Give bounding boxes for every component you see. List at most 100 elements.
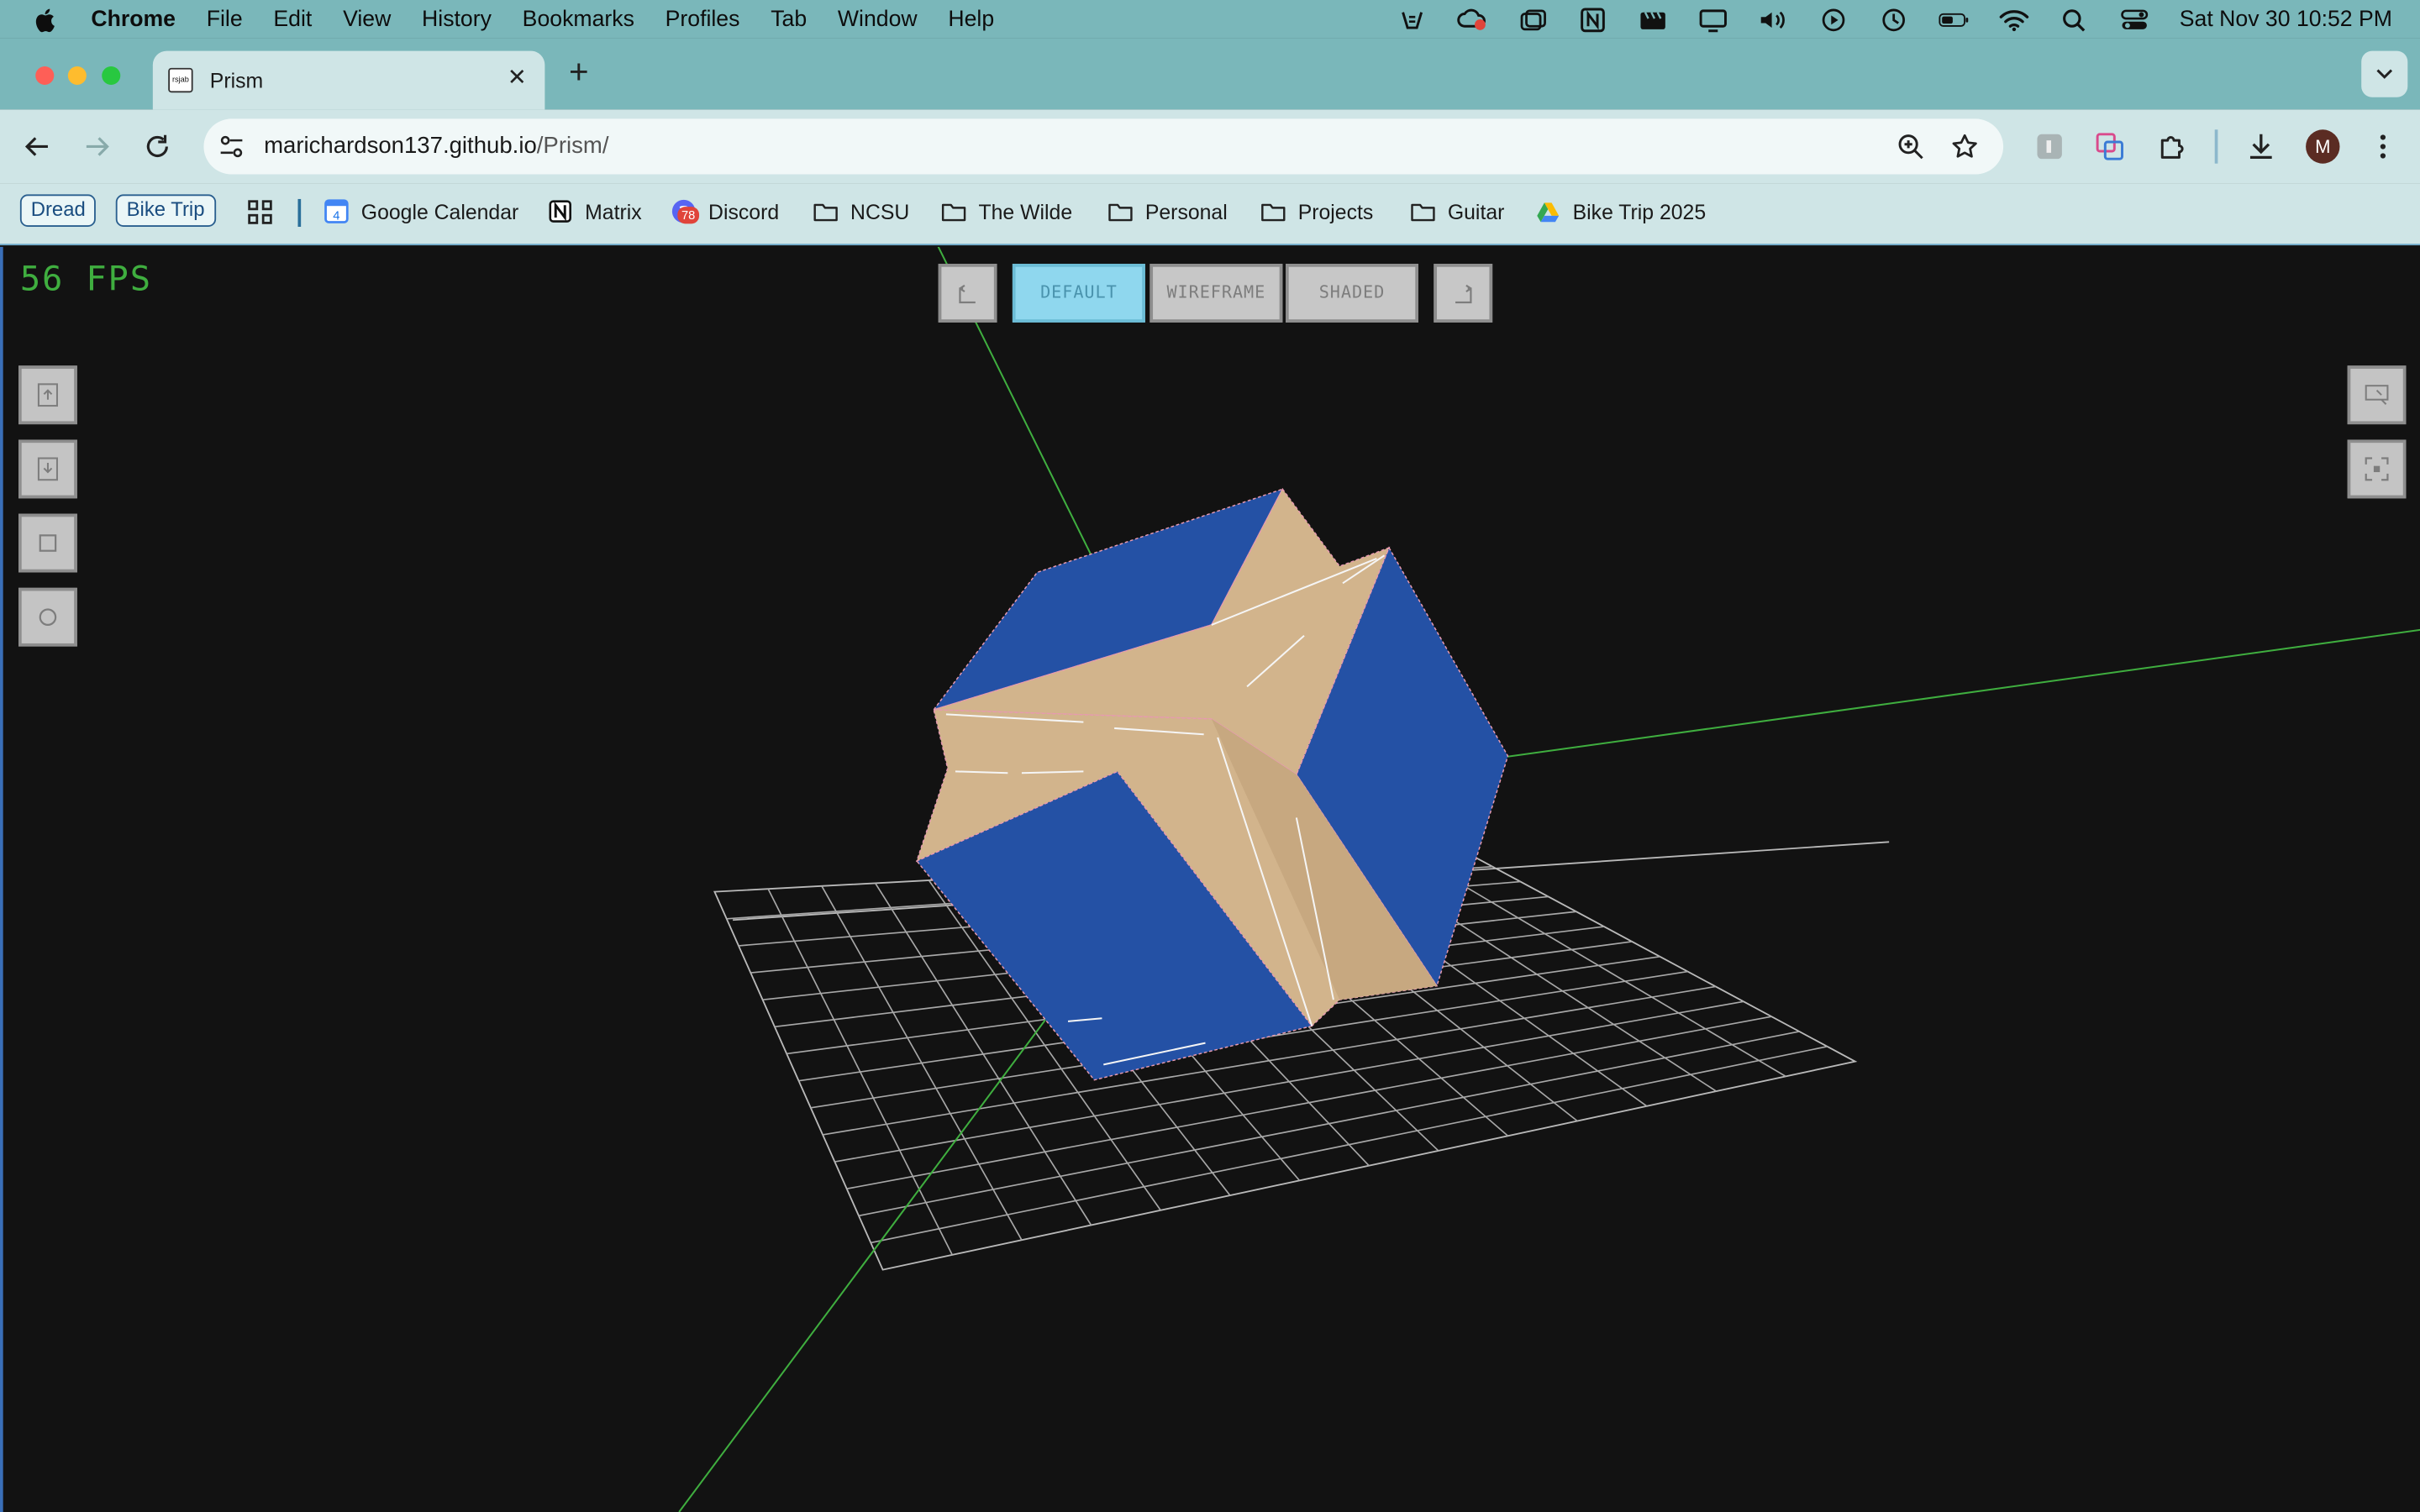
menu-edit[interactable]: Edit <box>273 7 312 31</box>
play-icon[interactable] <box>1817 7 1850 31</box>
bookmark-label: Personal <box>1144 199 1228 223</box>
undo-arrow-icon <box>959 284 976 304</box>
square-icon <box>39 534 57 552</box>
url-path: /Prism/ <box>536 132 609 160</box>
bookmark-label: Google Calendar <box>360 199 519 223</box>
3d-scene-canvas[interactable] <box>3 246 2420 1512</box>
download-file-icon <box>37 457 58 481</box>
fullscreen-button[interactable] <box>2347 439 2407 499</box>
zoom-window-button[interactable] <box>102 66 121 86</box>
menu-app-chrome[interactable]: Chrome <box>91 7 176 31</box>
menu-file[interactable]: File <box>207 7 243 31</box>
bookmark-google-calendar[interactable]: 4 Google Calendar <box>324 196 519 227</box>
back-arrow-icon[interactable] <box>18 128 55 165</box>
bookmark-folder-ncsu[interactable]: NCSU <box>813 196 909 227</box>
prism-favicon-icon: rsjab <box>168 67 193 93</box>
windows-icon[interactable] <box>1516 7 1549 31</box>
bookmark-folder-the-wilde[interactable]: The Wilde <box>941 196 1072 227</box>
upload-file-icon <box>37 383 58 407</box>
folder-icon <box>813 199 838 223</box>
tab-copy-extension-icon[interactable] <box>2093 129 2127 163</box>
bookmarks-separator <box>297 198 301 227</box>
browser-toolbar: marichardson137.github.io/Prism/ M <box>0 109 2420 184</box>
bookmark-label: The Wilde <box>978 199 1073 223</box>
menu-profiles[interactable]: Profiles <box>666 7 740 31</box>
grid-line <box>846 1016 1772 1190</box>
bookmark-discord[interactable]: 78 Discord <box>671 196 779 227</box>
bookmark-folder-personal[interactable]: Personal <box>1108 196 1228 227</box>
clapper-icon[interactable] <box>1636 7 1670 31</box>
calendar-day-label: 4 <box>333 210 339 223</box>
mode-wireframe-button[interactable]: WIREFRAME <box>1150 264 1283 323</box>
new-tab-plus-icon[interactable]: + <box>562 55 596 91</box>
menu-bookmarks[interactable]: Bookmarks <box>523 7 634 31</box>
apps-grid-icon[interactable] <box>247 196 273 227</box>
time-machine-icon[interactable] <box>1877 7 1911 31</box>
bookmark-label: NCSU <box>850 199 910 223</box>
menu-view[interactable]: View <box>343 7 391 31</box>
bookmark-folder-projects[interactable]: Projects <box>1261 196 1373 227</box>
menu-help[interactable]: Help <box>948 7 994 31</box>
tab-prism[interactable]: rsjab Prism ✕ <box>152 50 545 110</box>
grid-line <box>1410 853 1786 1078</box>
battery-icon[interactable] <box>1937 7 1970 31</box>
reload-icon[interactable] <box>139 128 176 165</box>
apple-logo-icon[interactable] <box>33 5 60 33</box>
control-center-icon[interactable] <box>2118 7 2151 31</box>
bookmark-bike-trip-2025[interactable]: Bike Trip 2025 <box>1536 196 1706 227</box>
google-calendar-icon: 4 <box>324 199 349 223</box>
bookmark-star-icon[interactable] <box>1949 131 1981 162</box>
profile-avatar[interactable]: M <box>2306 129 2340 164</box>
bookmark-group-bike-trip[interactable]: Bike Trip <box>115 194 216 227</box>
volume-icon[interactable] <box>1757 7 1791 31</box>
forward-arrow-icon[interactable] <box>79 128 116 165</box>
toolbar-divider <box>2214 129 2218 164</box>
notion-status-icon[interactable] <box>1576 7 1610 32</box>
extensions-puzzle-icon[interactable] <box>2154 129 2188 163</box>
tab-close-icon[interactable]: ✕ <box>505 66 529 91</box>
z-axis-line <box>678 938 1106 1512</box>
prism-3d-viewport[interactable]: 56 FPS DEFAULT WIREFRAME SHADED <box>0 246 2420 1512</box>
bookmark-label: Matrix <box>585 199 642 223</box>
notion-icon <box>548 199 572 223</box>
redo-button[interactable] <box>1434 264 1493 323</box>
camera-view-button[interactable] <box>2347 365 2407 425</box>
close-window-button[interactable] <box>35 66 55 86</box>
add-cube-button[interactable] <box>18 513 77 573</box>
spotlight-search-icon[interactable] <box>2058 7 2091 31</box>
bookmark-matrix[interactable]: Matrix <box>548 196 642 227</box>
creative-cloud-icon[interactable] <box>1455 7 1489 31</box>
extension-puzzle-gray-icon[interactable] <box>2033 129 2066 163</box>
tab-title: Prism <box>209 68 264 92</box>
minimize-window-button[interactable] <box>67 66 87 86</box>
menu-bar-clock[interactable]: Sat Nov 30 10:52 PM <box>2180 7 2392 31</box>
menu-history[interactable]: History <box>422 7 492 31</box>
tab-search-chevron-icon[interactable] <box>2361 50 2408 97</box>
bookmark-label: Discord <box>708 199 780 223</box>
redo-arrow-icon <box>1455 284 1472 304</box>
import-model-button[interactable] <box>18 365 77 425</box>
menu-tab[interactable]: Tab <box>771 7 807 31</box>
site-info-icon[interactable] <box>216 131 247 162</box>
undo-button[interactable] <box>938 264 997 323</box>
mode-default-button[interactable]: DEFAULT <box>1012 264 1145 323</box>
add-sphere-button[interactable] <box>18 587 77 647</box>
wifi-icon[interactable] <box>1997 7 2031 31</box>
download-icon[interactable] <box>2244 129 2278 163</box>
url-text[interactable]: marichardson137.github.io/Prism/ <box>264 133 608 159</box>
circle-icon <box>39 608 57 626</box>
address-bar[interactable]: marichardson137.github.io/Prism/ <box>203 118 2004 175</box>
export-model-button[interactable] <box>18 439 77 499</box>
bookmark-folder-guitar[interactable]: Guitar <box>1411 196 1504 227</box>
display-icon[interactable] <box>1697 7 1730 32</box>
menu-window[interactable]: Window <box>838 7 918 31</box>
folder-icon <box>1108 199 1133 223</box>
mode-shaded-button[interactable]: SHADED <box>1286 264 1418 323</box>
bookmarks-bar: Dread Bike Trip 4 Google Calendar Matrix… <box>0 183 2420 246</box>
bookmark-group-dread[interactable]: Dread <box>19 194 97 227</box>
zoom-magnifier-icon[interactable] <box>1896 131 1927 162</box>
status-area: Sat Nov 30 10:52 PM <box>1369 0 2392 39</box>
grid-line <box>858 1031 1800 1217</box>
chrome-menu-kebab-icon[interactable] <box>2366 129 2400 163</box>
stage-manager-icon[interactable] <box>1396 7 1429 31</box>
